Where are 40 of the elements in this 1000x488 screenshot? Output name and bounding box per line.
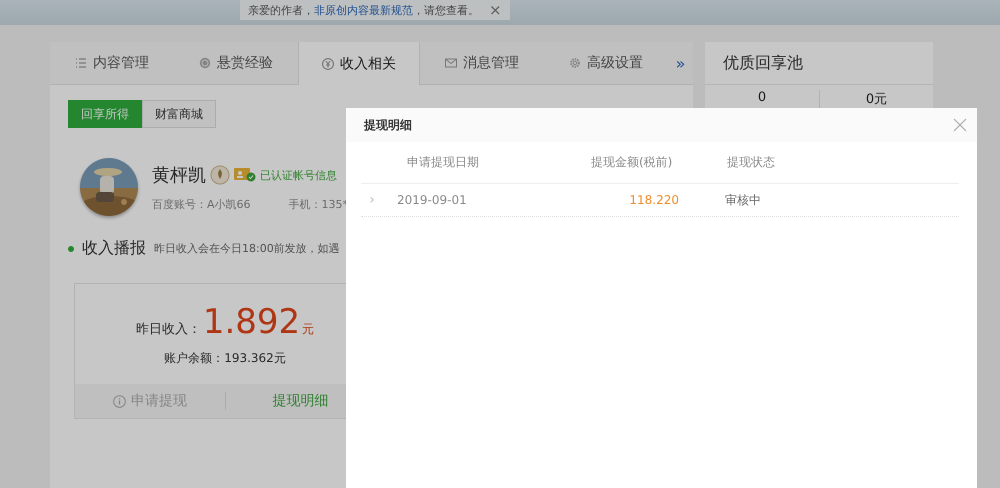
section-title: 收入播报: [82, 238, 146, 259]
close-button[interactable]: ×: [489, 1, 502, 19]
account-balance: 账户余额：193.362元: [164, 350, 286, 366]
dialog-title: 提现明细: [364, 116, 412, 134]
id-card-icon: [234, 167, 256, 183]
subtab[interactable]: 财富商城: [142, 100, 216, 128]
phone-number: 手机：135*: [288, 197, 348, 212]
table-cell-text: 118.220: [628, 193, 680, 207]
tab[interactable]: 高级设置: [544, 42, 668, 84]
section-note: 昨日收入会在今日18:00前发放，如遇: [154, 241, 340, 256]
panel-title: 优质回享池: [705, 42, 933, 85]
column-header: 申请提现日期: [406, 154, 480, 171]
mail-icon: [445, 57, 457, 69]
rules-link[interactable]: 非原创内容最新规范: [314, 4, 413, 16]
tab[interactable]: 收入相关: [298, 42, 420, 85]
tab[interactable]: 悬赏经验: [174, 42, 298, 84]
table-cell-text: 审核中: [724, 192, 762, 208]
close-icon[interactable]: [953, 118, 967, 132]
account-name: 百度账号：A小凯66: [152, 197, 251, 212]
bullet-dot: [68, 246, 74, 252]
list-icon: [75, 57, 87, 69]
income-label: 昨日收入：: [136, 320, 201, 338]
gear-icon: [569, 57, 581, 69]
column-header: 提现状态: [726, 154, 776, 171]
notice-text: 亲爱的作者，非原创内容最新规范，请您查看。: [248, 2, 479, 18]
tab[interactable]: 消息管理: [420, 42, 544, 84]
verified-account-link[interactable]: 已认证帐号信息: [260, 168, 337, 182]
table-cell-text: 2019-09-01: [396, 193, 468, 207]
coin-icon: [199, 57, 211, 69]
subtab[interactable]: 回享所得: [68, 100, 142, 128]
income-value: 1.892: [202, 302, 300, 342]
column-header: 提现金额(税前): [590, 154, 674, 171]
income-unit: 元: [302, 320, 314, 338]
medal-icon: [210, 165, 230, 185]
stat-value: 0: [756, 90, 768, 107]
yen-icon: [322, 58, 334, 70]
info-icon: [112, 394, 126, 408]
tab[interactable]: 内容管理: [50, 42, 174, 84]
user-name: 黄枰凯: [152, 164, 206, 187]
more-tabs-button[interactable]: »: [668, 42, 693, 84]
